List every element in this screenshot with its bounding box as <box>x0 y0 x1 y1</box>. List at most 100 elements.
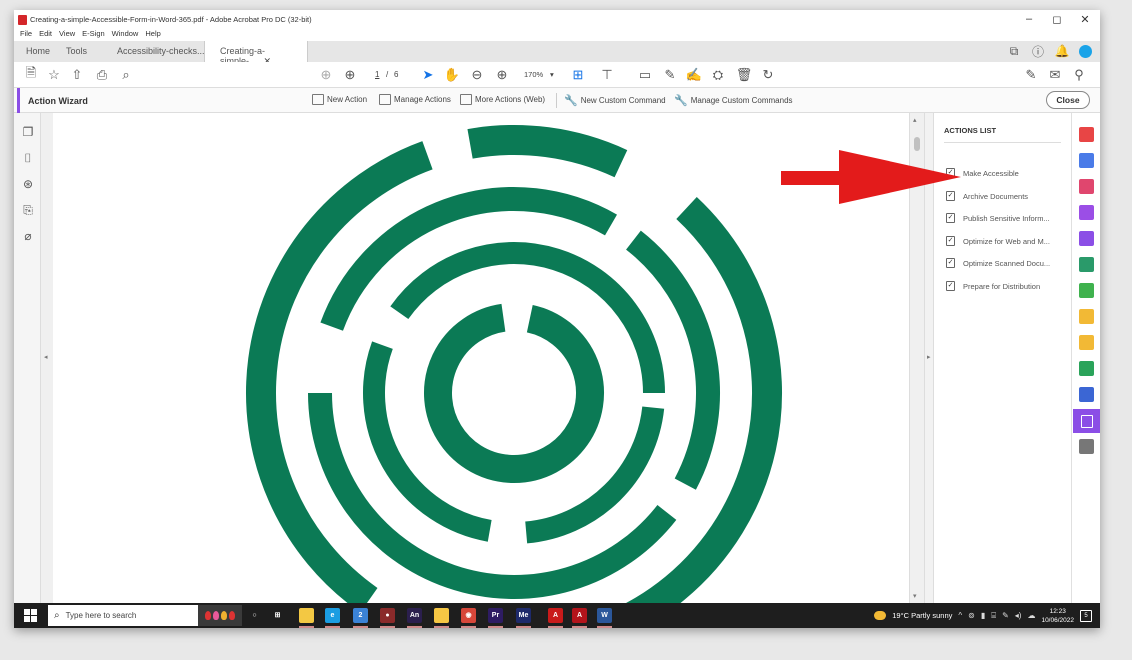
weather-text[interactable]: 19°C Partly sunny <box>892 611 952 620</box>
expand-left-pane-icon[interactable]: ◂ <box>44 353 48 361</box>
taskbar-app-chrome-icon[interactable]: ◉ <box>461 608 476 623</box>
taskbar-search-box[interactable]: ⌕ Type here to search <box>48 605 198 626</box>
print-production-icon[interactable] <box>1079 361 1094 376</box>
meet-now-icon[interactable]: ⊚ <box>968 611 975 620</box>
export-pdf-icon[interactable] <box>1079 127 1094 142</box>
new-action-button[interactable]: New Action <box>312 94 367 105</box>
zoom-level[interactable]: 170% <box>524 70 543 79</box>
scroll-up-icon[interactable]: ▴ <box>913 116 917 124</box>
more-tools-icon[interactable] <box>1079 439 1094 454</box>
taskbar-app-cortana-icon[interactable]: ○ <box>247 608 262 623</box>
print-icon[interactable]: ⎙ <box>94 67 110 83</box>
compare-files-icon[interactable] <box>1079 283 1094 298</box>
upload-cloud-icon[interactable]: ⇧ <box>69 67 85 83</box>
taskbar-app-word-icon[interactable]: W <box>597 608 612 623</box>
action-wizard-tool-icon[interactable] <box>1073 409 1100 433</box>
accessibility-tags-icon[interactable]: ⊛ <box>21 177 35 191</box>
page-display-icon[interactable]: ⊞ <box>570 67 586 83</box>
bookmarks-icon[interactable]: ⌷ <box>21 151 35 165</box>
organize-pages-icon[interactable] <box>1079 205 1094 220</box>
tab-accessibility-checks[interactable]: Accessibility-checks... <box>117 41 205 62</box>
notifications-icon[interactable]: 5 <box>1080 609 1092 622</box>
order-panel-icon[interactable]: ⎘ <box>21 203 35 217</box>
page-thumbnails-icon[interactable]: ❐ <box>21 125 35 139</box>
fill-sign-icon[interactable]: ✎ <box>1023 67 1039 83</box>
tab-creating-simple[interactable]: Creating-a-simple-... ✕ <box>204 41 308 66</box>
rotate-icon[interactable]: ↻ <box>760 67 776 83</box>
clock[interactable]: 12:23 10/06/2022 <box>1041 607 1074 625</box>
create-pdf-icon[interactable] <box>1079 179 1094 194</box>
menu-view[interactable]: View <box>59 29 75 41</box>
delete-icon[interactable]: 🗑 <box>736 67 753 83</box>
zoom-out-icon[interactable]: ⊖ <box>469 67 485 83</box>
restore-button[interactable]: ◻ <box>1044 13 1070 26</box>
menu-edit[interactable]: Edit <box>39 29 52 41</box>
network-icon[interactable]: ⌸ <box>991 611 996 621</box>
new-custom-command-button[interactable]: 🔧 New Custom Command <box>564 94 666 107</box>
more-actions-button[interactable]: More Actions (Web) <box>460 94 545 105</box>
stamp-icon[interactable]: ⛭ <box>710 67 726 83</box>
pen-icon[interactable]: ✎ <box>1002 611 1009 620</box>
attachments-icon[interactable]: ⌀ <box>21 229 35 243</box>
comment-tool-icon[interactable] <box>1079 335 1094 350</box>
taskbar-app-sticky-notes-icon[interactable] <box>434 608 449 623</box>
volume-icon[interactable]: ◂) <box>1015 611 1022 620</box>
combine-files-icon[interactable] <box>1079 309 1094 324</box>
previous-page-icon[interactable]: ⊕ <box>318 67 334 83</box>
scroll-thumb[interactable] <box>914 137 920 151</box>
action-item-optimize-scanned[interactable]: ✓ Optimize Scanned Docu... <box>946 255 1050 271</box>
menu-help[interactable]: Help <box>145 29 160 41</box>
action-item-optimize-web[interactable]: ✓ Optimize for Web and M... <box>946 233 1050 249</box>
next-page-icon[interactable]: ⊕ <box>342 67 358 83</box>
current-page-input[interactable]: 1 <box>375 70 379 79</box>
share-screen-icon[interactable]: ⧉ <box>1007 44 1021 58</box>
windows-start-icon[interactable] <box>24 609 37 622</box>
menu-window[interactable]: Window <box>112 29 139 41</box>
save-icon[interactable]: 🗎 <box>23 65 39 83</box>
notifications-bell-icon[interactable]: 🔔 <box>1055 44 1070 58</box>
taskbar-app-mail-icon[interactable]: 2 <box>353 608 368 623</box>
select-cursor-icon[interactable]: ➤ <box>420 67 436 83</box>
taskbar-app-task-view-icon[interactable]: ⊞ <box>270 608 285 623</box>
taskbar-app-premiere-icon[interactable]: Pr <box>488 608 503 623</box>
scroll-down-icon[interactable]: ▾ <box>913 592 917 600</box>
edit-pdf-icon[interactable] <box>1079 153 1094 168</box>
scroll-mode-icon[interactable]: ⊤ <box>599 67 615 83</box>
manage-custom-commands-button[interactable]: 🔧 Manage Custom Commands <box>674 94 793 107</box>
zoom-dropdown-caret-icon[interactable]: ▾ <box>550 70 554 79</box>
find-icon[interactable]: ⌕ <box>118 67 134 83</box>
account-avatar[interactable] <box>1079 44 1092 58</box>
help-icon[interactable]: ⓘ <box>1031 44 1045 59</box>
left-pane-toggle[interactable]: ◂ <box>41 113 53 603</box>
action-item-publish-sensitive[interactable]: ✓ Publish Sensitive Inform... <box>946 210 1050 226</box>
close-window-button[interactable]: ✕ <box>1072 13 1098 26</box>
menu-esign[interactable]: E-Sign <box>82 29 105 41</box>
bookmark-star-icon[interactable]: ☆ <box>46 67 62 83</box>
taskbar-app-acrobat-reader-icon[interactable]: A <box>548 608 563 623</box>
taskbar-app-edge-icon[interactable]: e <box>325 608 340 623</box>
hand-tool-icon[interactable]: ✋ <box>444 67 460 83</box>
onedrive-cloud-icon[interactable]: ☁ <box>1027 611 1035 620</box>
microphone-icon[interactable]: ▮ <box>981 611 985 620</box>
menu-file[interactable]: File <box>20 29 32 41</box>
tab-tools[interactable]: Tools <box>66 41 87 62</box>
protect-shield-icon[interactable] <box>1079 387 1094 402</box>
email-icon[interactable]: ✉ <box>1047 67 1063 83</box>
taskbar-app-animate-icon[interactable]: An <box>407 608 422 623</box>
zoom-in-icon[interactable]: ⊕ <box>494 67 510 83</box>
sign-icon[interactable]: ✍ <box>686 67 702 83</box>
highlight-pen-icon[interactable]: ✎ <box>662 67 678 83</box>
tab-home[interactable]: Home <box>26 41 50 62</box>
manage-actions-button[interactable]: Manage Actions <box>379 94 451 105</box>
scan-ocr-icon[interactable] <box>1079 257 1094 272</box>
taskbar-app-media-encoder-icon[interactable]: Me <box>516 608 531 623</box>
comment-icon[interactable]: ▭ <box>637 67 653 83</box>
show-hidden-icons-icon[interactable]: ^ <box>958 611 962 620</box>
taskbar-app-davinci-icon[interactable]: ● <box>380 608 395 623</box>
share-user-icon[interactable]: ⚲ <box>1071 67 1087 83</box>
minimize-button[interactable]: – <box>1016 13 1042 25</box>
action-item-prepare-distribution[interactable]: ✓ Prepare for Distribution <box>946 278 1040 294</box>
taskbar-app-acrobat-pro-icon[interactable]: A <box>572 608 587 623</box>
collapse-right-pane-icon[interactable]: ▸ <box>927 353 931 361</box>
close-action-wizard-button[interactable]: Close <box>1046 91 1090 109</box>
